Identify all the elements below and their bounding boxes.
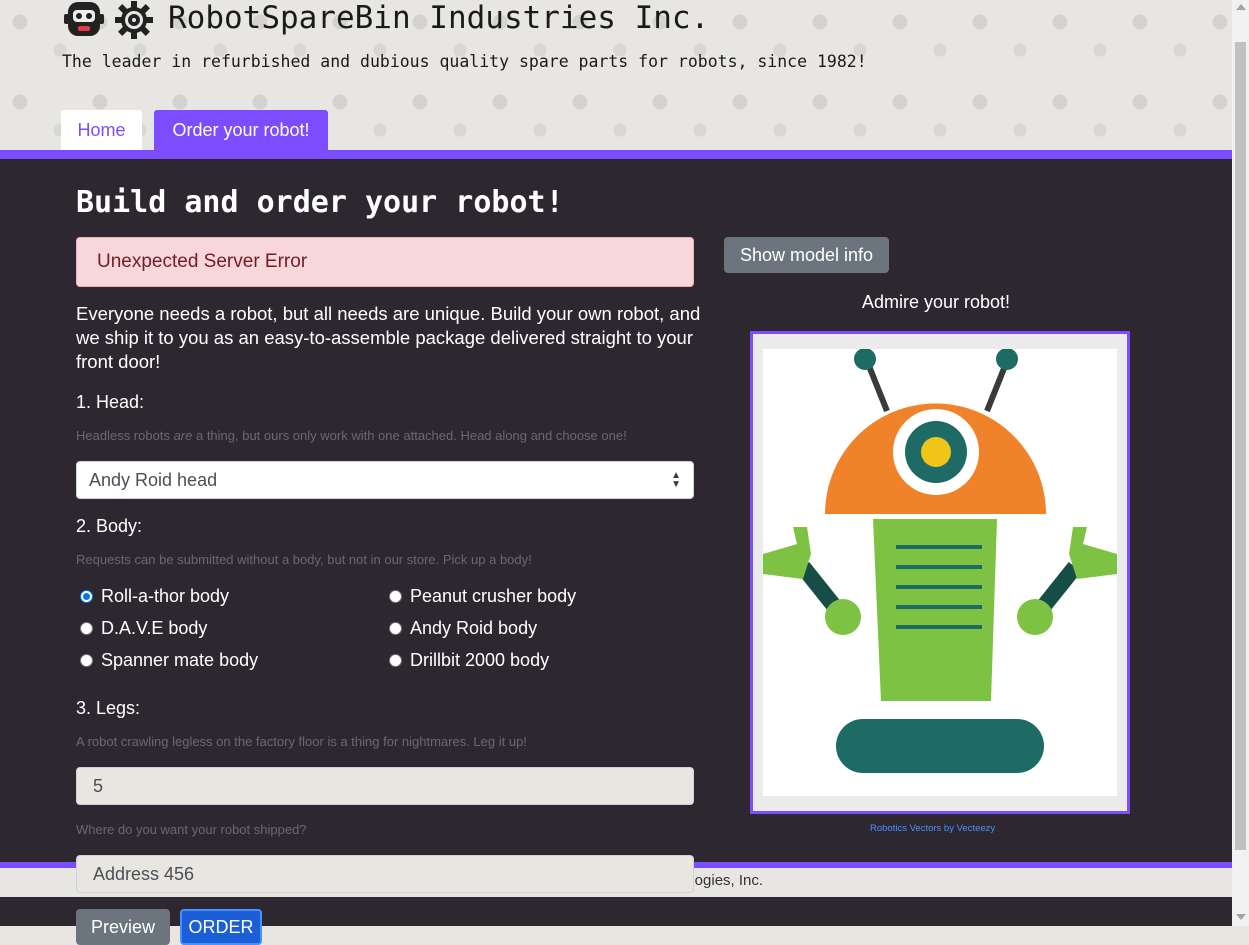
footer-text: ologies, Inc. — [683, 872, 764, 889]
scroll-down-icon[interactable] — [1236, 914, 1246, 920]
legs-hint: A robot crawling legless on the factory … — [76, 734, 527, 749]
robot-preview-frame — [750, 331, 1130, 814]
radio-button[interactable] — [389, 622, 402, 635]
header-divider — [0, 150, 1232, 159]
radio-button[interactable] — [80, 622, 93, 635]
radio-peanut-crusher[interactable]: Peanut crusher body — [389, 586, 576, 607]
page-title: Build and order your robot! — [76, 185, 564, 220]
radio-button[interactable] — [389, 590, 402, 603]
select-arrows-icon: ▲ ▼ — [671, 470, 681, 490]
radio-button[interactable] — [80, 654, 93, 667]
radio-button[interactable] — [389, 654, 402, 667]
show-model-info-button[interactable]: Show model info — [724, 237, 889, 273]
error-alert: Unexpected Server Error — [76, 237, 694, 287]
radio-drillbit-2000[interactable]: Drillbit 2000 body — [389, 650, 549, 671]
radio-label: Peanut crusher body — [410, 586, 577, 606]
legs-label: 3. Legs: — [76, 698, 141, 718]
head-select-value: Andy Roid head — [89, 470, 218, 490]
radio-label: Andy Roid body — [410, 618, 538, 638]
tab-order-your-robot[interactable]: Order your robot! — [154, 110, 328, 150]
radio-label: Roll-a-thor body — [101, 586, 230, 606]
logo — [64, 0, 154, 40]
address-hint: Where do you want your robot shipped? — [76, 822, 307, 837]
body-hint: Requests can be submitted without a body… — [76, 552, 532, 567]
order-button[interactable]: ORDER — [180, 909, 262, 945]
radio-label: D.A.V.E body — [101, 618, 208, 638]
head-label: 1. Head: — [76, 392, 145, 412]
radio-dave[interactable]: D.A.V.E body — [80, 618, 207, 639]
radio-button[interactable] — [80, 590, 93, 603]
robot-preview-image — [763, 348, 1117, 796]
head-select[interactable]: Andy Roid head ▲ ▼ — [76, 461, 694, 499]
site-header: RobotSpareBin Industries Inc. The leader… — [0, 0, 1232, 150]
radio-andy-roid[interactable]: Andy Roid body — [389, 618, 537, 639]
radio-spanner-mate[interactable]: Spanner mate body — [80, 650, 258, 671]
address-input[interactable]: Address 456 — [76, 855, 694, 893]
body-label: 2. Body: — [76, 516, 143, 536]
tab-home[interactable]: Home — [61, 110, 142, 150]
radio-roll-a-thor[interactable]: Roll-a-thor body — [80, 586, 229, 607]
robot-icon — [64, 2, 104, 36]
site-tagline: The leader in refurbished and dubious qu… — [62, 52, 867, 71]
site-title: RobotSpareBin Industries Inc. — [168, 0, 710, 36]
radio-label: Spanner mate body — [101, 650, 259, 670]
scrollbar-thumb[interactable] — [1235, 42, 1246, 850]
admire-text: Admire your robot! — [862, 292, 1011, 312]
head-hint: Headless robots are a thing, but ours on… — [76, 428, 627, 443]
radio-label: Drillbit 2000 body — [410, 650, 550, 670]
preview-button[interactable]: Preview — [76, 909, 170, 945]
gear-icon — [115, 1, 153, 39]
image-credit-link[interactable]: Robotics Vectors by Vecteezy — [870, 823, 995, 834]
scroll-up-icon[interactable] — [1236, 4, 1246, 10]
intro-text: Everyone needs a robot, but all needs ar… — [76, 303, 701, 372]
legs-input[interactable]: 5 — [76, 767, 694, 805]
